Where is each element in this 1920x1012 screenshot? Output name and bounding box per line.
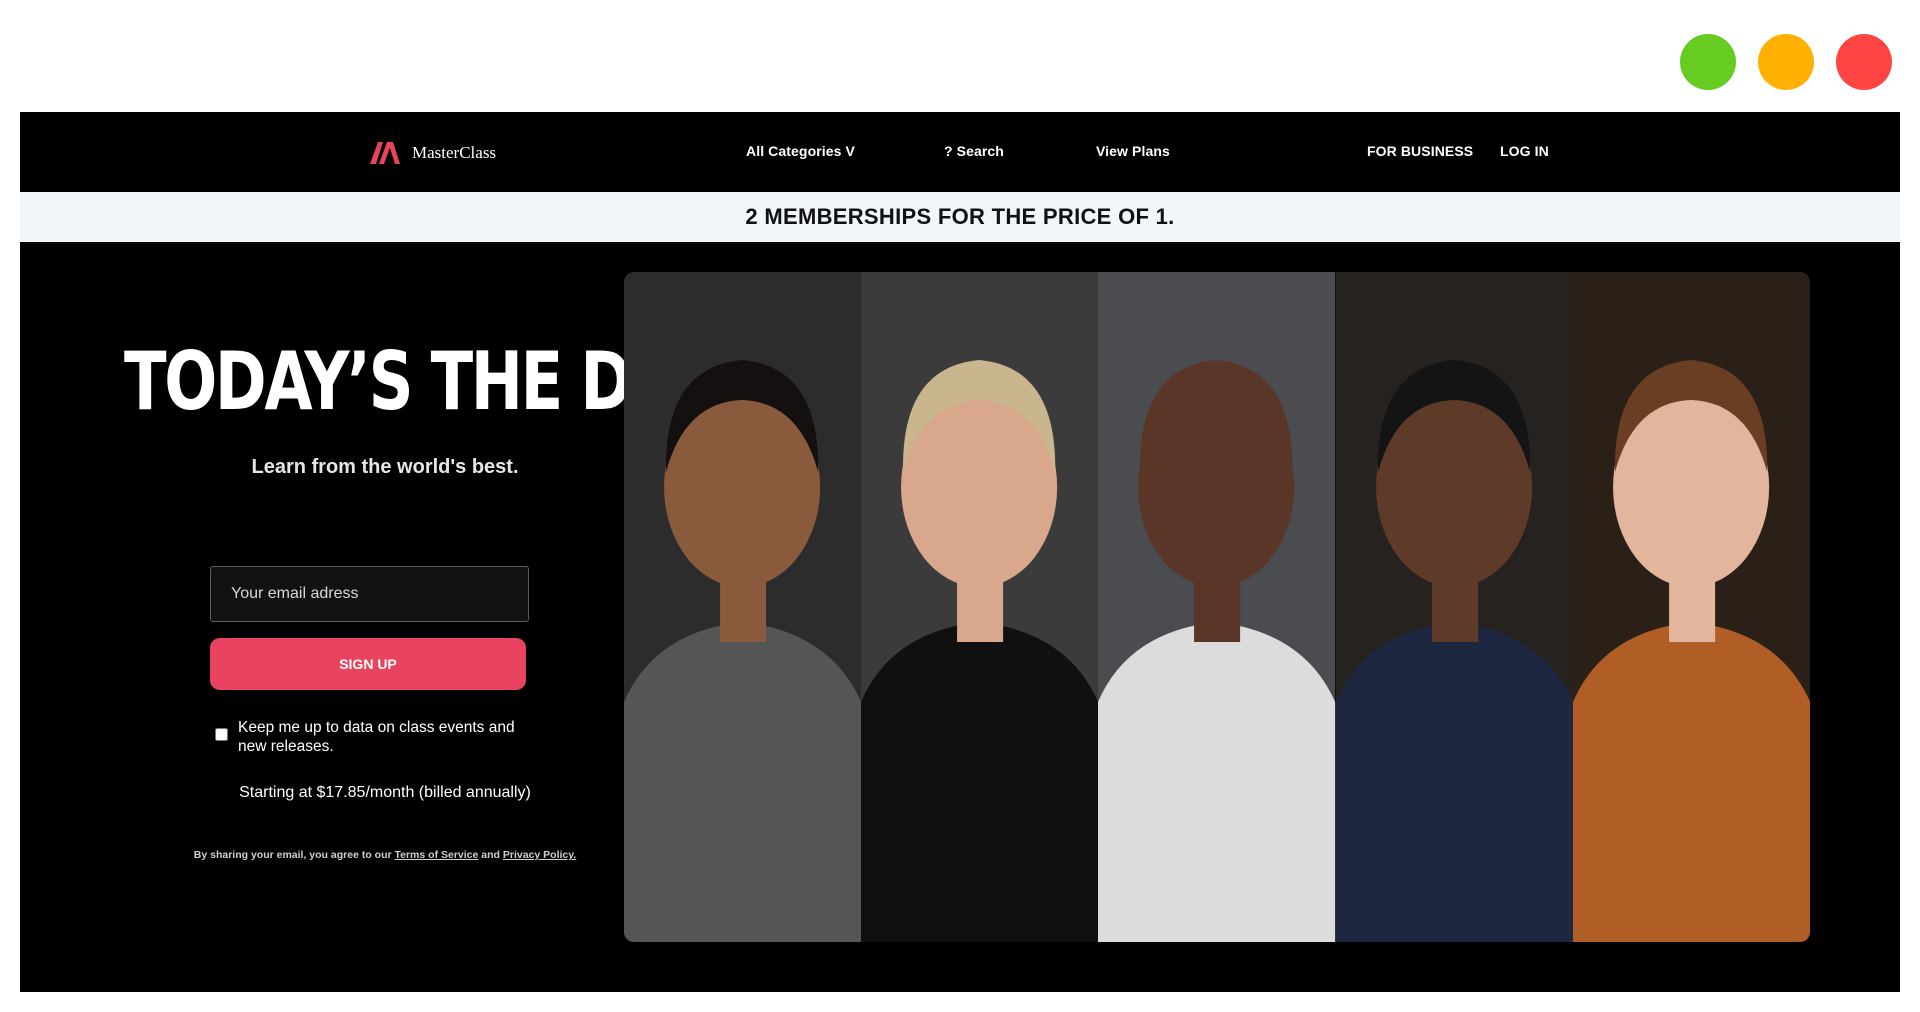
legal-and: and	[481, 849, 500, 861]
privacy-policy-link[interactable]: Privacy Policy.	[503, 849, 576, 861]
for-business-link[interactable]: FOR BUSINESS	[1367, 143, 1473, 159]
legal-notice: By sharing your email, you agree to our …	[120, 849, 650, 861]
green-dot-icon[interactable]	[1680, 34, 1736, 90]
masterclass-m-icon	[370, 142, 400, 164]
logo-text: MasterClass	[412, 143, 497, 162]
instructor-photo[interactable]	[861, 272, 1099, 942]
instructor-portrait-4	[1335, 272, 1573, 942]
view-plans-link[interactable]: View Plans	[1096, 143, 1170, 159]
hero-subtitle: Learn from the world's best.	[251, 456, 519, 478]
promo-banner[interactable]: 2 MEMBERSHIPS FOR THE PRICE OF 1.	[20, 192, 1900, 242]
instructor-portrait-3	[1098, 272, 1336, 942]
all-categories-link[interactable]: All Categories V	[746, 143, 855, 159]
hero-title: TODAY’S THE DAY.	[124, 335, 726, 428]
instructor-portrait-1	[624, 272, 862, 942]
window-controls	[1680, 34, 1892, 90]
sign-up-button[interactable]: SIGN UP	[210, 638, 526, 690]
newsletter-opt-in: Keep me up to data on class events and n…	[215, 718, 538, 756]
masterclass-page: MasterClass All Categories V ? Search Vi…	[20, 112, 1900, 992]
pricing-text: Starting at $17.85/month (billed annuall…	[239, 784, 531, 801]
instructor-photo[interactable]	[1098, 272, 1336, 942]
red-dot-icon[interactable]	[1836, 34, 1892, 90]
email-input[interactable]	[210, 566, 529, 622]
instructor-portrait-5	[1572, 272, 1810, 942]
masterclass-logo[interactable]: MasterClass	[370, 142, 496, 164]
search-link[interactable]: ? Search	[944, 143, 1004, 159]
instructor-photo[interactable]	[1572, 272, 1810, 942]
top-nav: MasterClass All Categories V ? Search Vi…	[20, 112, 1900, 192]
legal-prefix: By sharing your email, you agree to our	[193, 849, 392, 861]
instructor-portrait-2	[861, 272, 1099, 942]
promo-banner-text: 2 MEMBERSHIPS FOR THE PRICE OF 1.	[745, 204, 1175, 229]
yellow-dot-icon[interactable]	[1758, 34, 1814, 90]
newsletter-checkbox[interactable]	[215, 728, 228, 741]
instructor-photo[interactable]	[1335, 272, 1573, 942]
instructor-photo-strip	[624, 272, 1810, 942]
terms-of-service-link[interactable]: Terms of Service	[395, 849, 479, 861]
instructor-photo[interactable]	[624, 272, 862, 942]
log-in-link[interactable]: LOG IN	[1500, 143, 1549, 159]
newsletter-checkbox-label: Keep me up to data on class events and n…	[238, 719, 515, 755]
